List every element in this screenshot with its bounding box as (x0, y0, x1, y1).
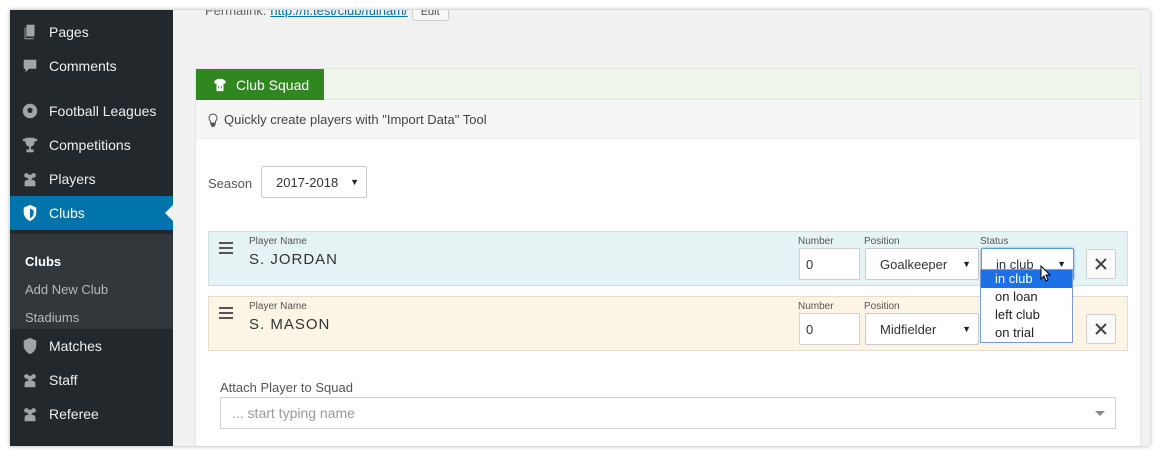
status-option[interactable]: left club (981, 306, 1072, 324)
permalink-link[interactable]: http://fl.test/club/fulham/ (270, 10, 407, 18)
sidebar-item-label: Pages (49, 24, 89, 40)
permalink-edit-button[interactable]: Edit (411, 10, 449, 21)
chevron-down-icon: ▼ (1057, 259, 1066, 269)
status-option[interactable]: on trial (981, 324, 1072, 342)
submenu-item-clubs[interactable]: Clubs (25, 254, 61, 269)
sidebar-item-football-leagues[interactable]: Football Leagues (10, 94, 173, 128)
status-dropdown: in club on loan left club on trial (980, 269, 1073, 343)
remove-player-button[interactable] (1086, 249, 1116, 279)
number-input[interactable]: 0 (799, 248, 860, 280)
shield-half-icon (20, 336, 40, 356)
permalink-row: Permalink: http://fl.test/club/fulham/Edi… (205, 10, 449, 21)
sidebar-item-label: Players (49, 171, 96, 187)
chevron-down-icon: ▼ (962, 324, 971, 334)
sidebar-item-label: Referee (49, 406, 99, 422)
status-option[interactable]: on loan (981, 288, 1072, 306)
position-select[interactable]: Goalkeeper ▼ (865, 248, 979, 280)
position-value: Goalkeeper (880, 256, 948, 272)
comments-icon (20, 56, 40, 76)
status-label: Status (980, 236, 1009, 247)
drag-handle-icon[interactable] (219, 307, 233, 319)
referee-group-icon (20, 404, 40, 424)
tab-club-squad[interactable]: Club Squad (196, 69, 324, 100)
submenu-item-stadiums[interactable]: Stadiums (25, 310, 79, 325)
sidebar-item-label: Matches (49, 338, 102, 354)
lightbulb-icon (208, 112, 218, 127)
season-label: Season (208, 176, 253, 191)
soccer-ball-icon (20, 101, 40, 121)
chevron-down-icon: ▼ (350, 177, 359, 187)
position-label: Position (864, 301, 900, 312)
close-icon (1095, 258, 1107, 270)
position-label: Position (864, 236, 900, 247)
caret-down-icon (1095, 411, 1105, 416)
sidebar-item-referee[interactable]: Referee (10, 397, 173, 431)
submenu-item-add-new-club[interactable]: Add New Club (25, 282, 108, 297)
number-input[interactable]: 0 (799, 313, 860, 345)
players-group-icon (20, 169, 40, 189)
sidebar-item-label: Comments (49, 58, 117, 74)
position-select[interactable]: Midfielder ▼ (865, 313, 979, 345)
attach-player-label: Attach Player to Squad (220, 380, 353, 395)
season-select[interactable]: 2017-2018 ▼ (261, 166, 367, 198)
sidebar-item-players[interactable]: Players (10, 162, 173, 196)
shield-icon (20, 203, 40, 223)
player-name-label: Player Name (249, 301, 307, 312)
sidebar-item-label: Staff (49, 372, 78, 388)
trophy-icon (20, 135, 40, 155)
number-label: Number (798, 301, 834, 312)
panel-header: Club Squad (196, 69, 1140, 100)
player-name: S. MASON (249, 316, 331, 333)
sidebar-item-label: Clubs (49, 205, 85, 221)
position-value: Midfielder (880, 321, 937, 337)
sidebar-item-staff[interactable]: Staff (10, 363, 173, 397)
attach-player-placeholder: ... start typing name (232, 405, 355, 421)
player-name-label: Player Name (249, 236, 307, 247)
sidebar-item-comments[interactable]: Comments (10, 49, 173, 83)
season-value: 2017-2018 (276, 174, 339, 190)
hint-text: Quickly create players with "Import Data… (224, 112, 487, 127)
app-window: Pages Comments Football Leagues Competit… (10, 10, 1150, 446)
number-label: Number (798, 236, 834, 247)
player-name: S. JORDAN (249, 251, 339, 268)
admin-sidebar: Pages Comments Football Leagues Competit… (10, 10, 173, 446)
jersey-icon (213, 78, 227, 91)
drag-handle-icon[interactable] (219, 242, 233, 254)
sidebar-item-label: Football Leagues (49, 103, 157, 119)
tab-label: Club Squad (236, 76, 310, 93)
chevron-down-icon: ▼ (962, 259, 971, 269)
status-option[interactable]: in club (981, 270, 1072, 288)
club-squad-panel: Club Squad Quickly create players with "… (195, 68, 1141, 446)
close-icon (1095, 323, 1107, 335)
sidebar-item-competitions[interactable]: Competitions (10, 128, 173, 162)
pages-icon (20, 22, 40, 42)
sidebar-item-matches[interactable]: Matches (10, 329, 173, 363)
sidebar-item-pages[interactable]: Pages (10, 15, 173, 49)
remove-player-button[interactable] (1086, 314, 1116, 344)
mouse-pointer-icon (1040, 265, 1052, 282)
permalink-label: Permalink: (205, 10, 267, 18)
attach-player-input[interactable]: ... start typing name (220, 397, 1116, 429)
staff-group-icon (20, 370, 40, 390)
sidebar-item-clubs[interactable]: Clubs (10, 196, 173, 230)
clubs-submenu: Clubs Add New Club Stadiums (10, 234, 173, 329)
sidebar-item-label: Competitions (49, 137, 131, 153)
import-hint: Quickly create players with "Import Data… (196, 101, 1140, 139)
